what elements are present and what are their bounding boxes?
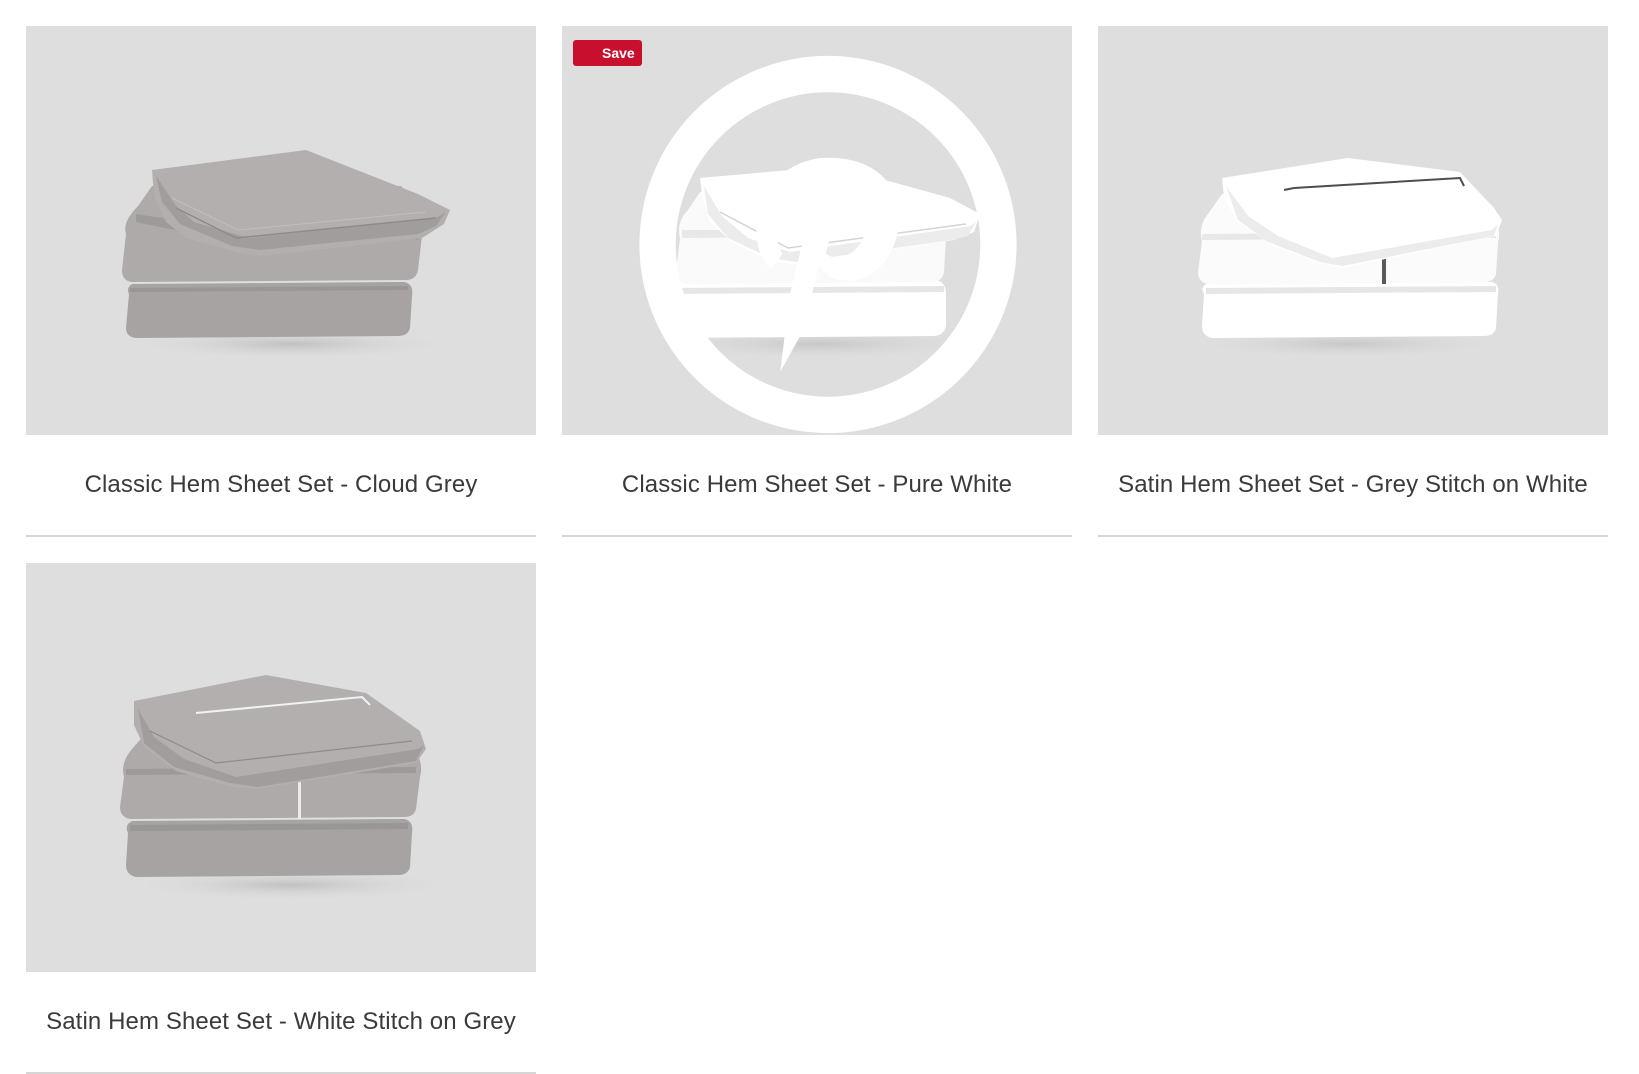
pinterest-save-button[interactable]: Save (573, 40, 1017, 434)
product-card[interactable]: Classic Hem Sheet Set - Cloud Grey (26, 26, 536, 537)
product-card[interactable]: Satin Hem Sheet Set - Grey Stitch on Whi… (1098, 26, 1608, 537)
product-card[interactable]: Save Classic Hem Sheet Set - Pure White (562, 26, 1072, 537)
product-image[interactable] (1098, 26, 1608, 435)
product-title[interactable]: Satin Hem Sheet Set - White Stitch on Gr… (26, 972, 536, 1074)
product-card[interactable]: Satin Hem Sheet Set - White Stitch on Gr… (26, 563, 536, 1074)
folded-sheet-stack-image (1188, 158, 1508, 359)
product-title[interactable]: Classic Hem Sheet Set - Pure White (562, 435, 1072, 537)
folded-sheet-stack-image (121, 150, 461, 360)
pinterest-icon (578, 44, 1017, 434)
product-grid: Classic Hem Sheet Set - Cloud Grey Save (26, 26, 1613, 1074)
product-title[interactable]: Satin Hem Sheet Set - Grey Stitch on Whi… (1098, 435, 1608, 537)
product-image[interactable]: Save (562, 26, 1072, 435)
folded-sheet-stack-image (120, 675, 461, 901)
product-image[interactable] (26, 563, 536, 972)
product-image[interactable] (26, 26, 536, 435)
product-title[interactable]: Classic Hem Sheet Set - Cloud Grey (26, 435, 536, 537)
